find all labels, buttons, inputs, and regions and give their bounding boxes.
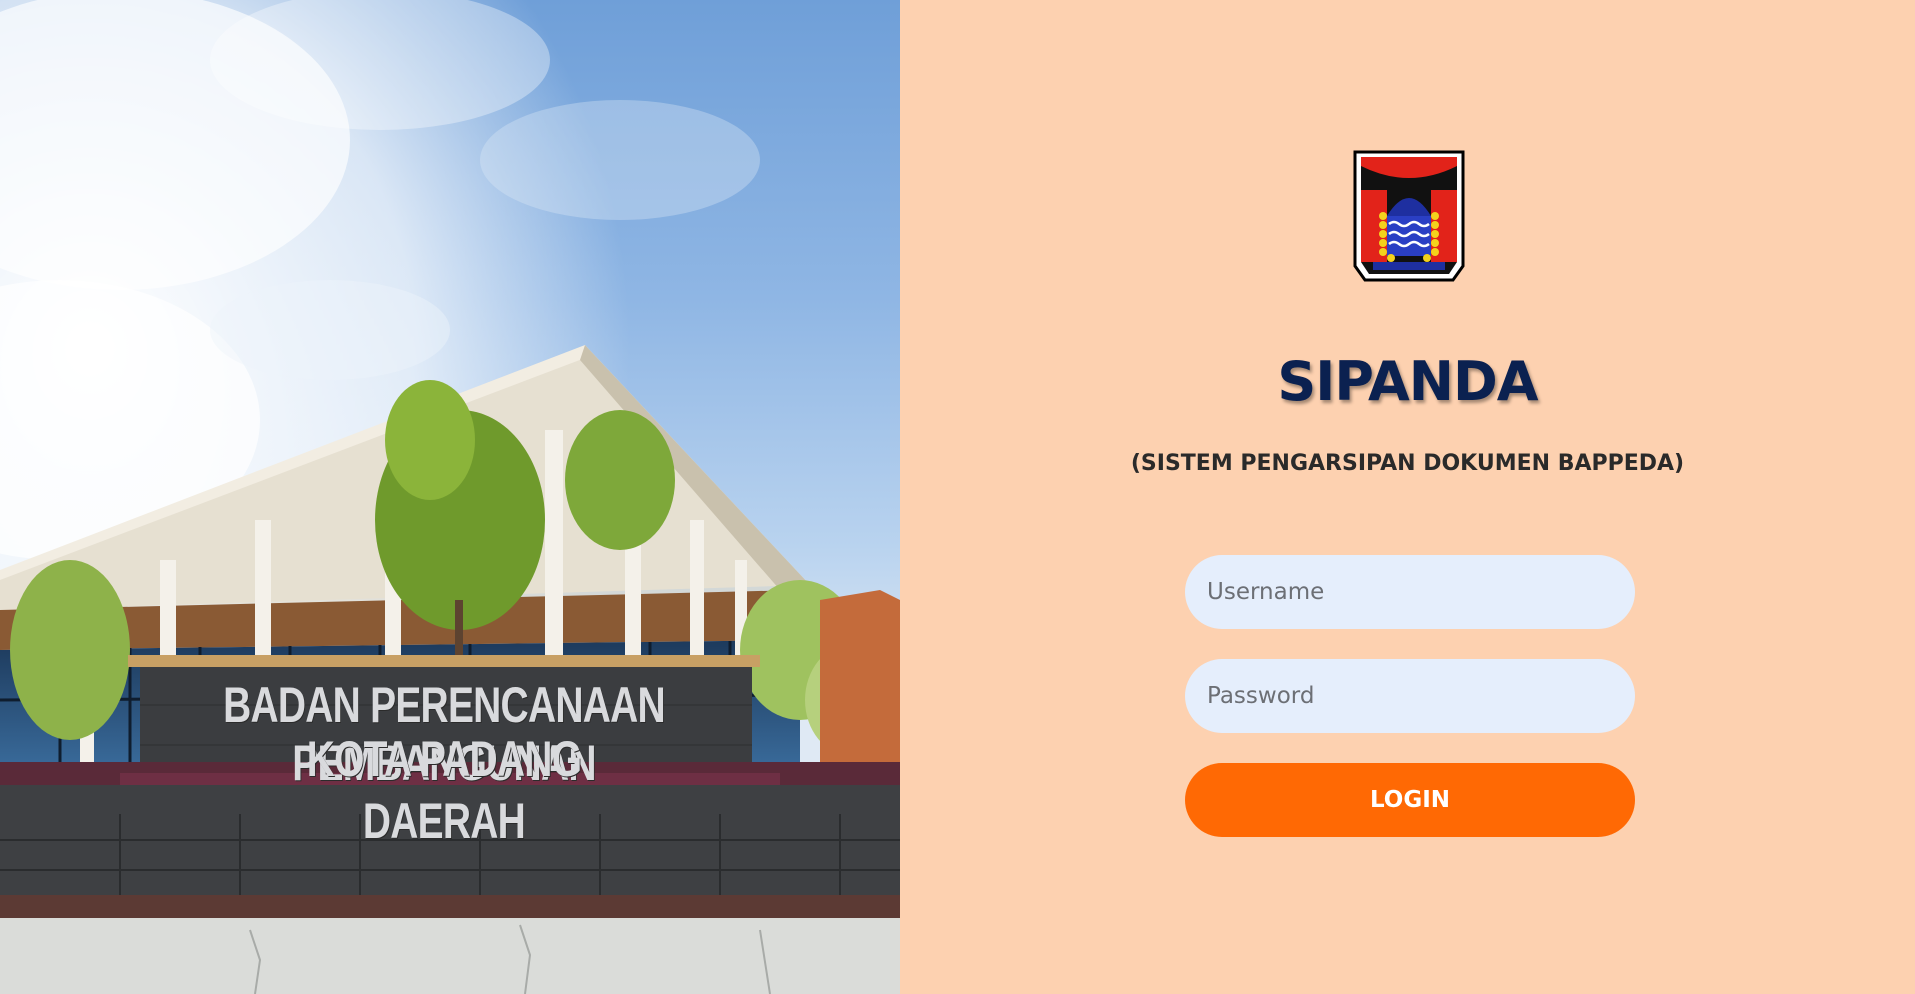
password-input[interactable] [1185,659,1635,733]
login-panel: SIPANDA (SISTEM PENGARSIPAN DOKUMEN BAPP… [900,0,1915,994]
app-title: SIPANDA [1277,350,1538,413]
sign-text-line-2: KOTA PADANG [306,731,582,787]
padang-city-emblem-icon [1353,150,1465,282]
app-subtitle: (SISTEM PENGARSIPAN DOKUMEN BAPPEDA) [1130,451,1685,476]
username-input[interactable] [1185,555,1635,629]
login-page: BADAN PERENCANAAN PEMBANGUNAN DAERAH KOT… [0,0,1915,994]
login-button[interactable]: LOGIN [1185,763,1635,837]
building-photo: BADAN PERENCANAAN PEMBANGUNAN DAERAH KOT… [0,0,900,994]
